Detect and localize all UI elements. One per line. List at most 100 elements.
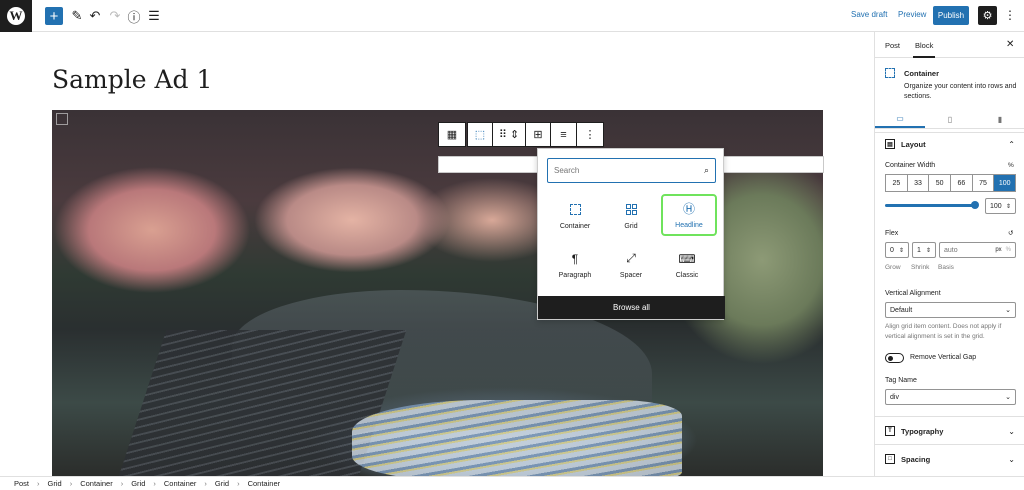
- width-option-button[interactable]: 100: [994, 175, 1016, 191]
- list-view-icon[interactable]: ☰: [145, 7, 163, 25]
- container-width-buttons: 25 33 50 66 75 100: [885, 174, 1016, 192]
- block-breadcrumb: Post › Grid › Container › Grid › Container › …: [0, 476, 1024, 490]
- container-block-icon: [885, 68, 895, 78]
- sidebar-tabs: Post Block ✕: [875, 32, 1024, 58]
- width-number-input[interactable]: 100 ⇕: [985, 198, 1016, 214]
- flex-shrink-value: 1: [917, 246, 921, 254]
- breadcrumb-item[interactable]: Post: [14, 479, 29, 488]
- inserter-item-headline[interactable]: Ⓗ Headline: [661, 194, 717, 236]
- inserter-item-spacer[interactable]: ⤢ Spacer: [603, 244, 659, 286]
- chevron-down-icon: ⌄: [1008, 454, 1015, 464]
- remove-vertical-gap-label: Remove Vertical Gap: [910, 354, 977, 361]
- chevron-down-icon: ⌄: [1008, 426, 1015, 436]
- info-icon[interactable]: ⓘ: [125, 7, 143, 25]
- breadcrumb-item[interactable]: Container: [164, 479, 197, 488]
- container-icon: [569, 203, 581, 217]
- breadcrumb-item[interactable]: Container: [80, 479, 113, 488]
- width-option-button[interactable]: 33: [908, 175, 930, 191]
- inserter-search-input[interactable]: Search ⌕: [547, 158, 716, 183]
- flex-shrink-input[interactable]: 1 ⇕: [912, 242, 936, 258]
- top-toolbar: W + ✎ ↶ ↷ ⓘ ☰ Save draft Preview Publish…: [0, 0, 1024, 32]
- basis-unit[interactable]: px: [995, 247, 1001, 253]
- spacing-panel-toggle[interactable]: □ Spacing ⌄: [885, 452, 1015, 466]
- tag-name-select[interactable]: div ⌄: [885, 389, 1016, 405]
- flex-label: Flex: [885, 230, 899, 237]
- select-parent-button[interactable]: ▦: [438, 122, 466, 147]
- paragraph-icon: ¶: [571, 251, 579, 266]
- pencil-icon[interactable]: ✎: [68, 7, 86, 25]
- close-icon[interactable]: ✕: [1006, 39, 1014, 50]
- add-block-button[interactable]: +: [45, 7, 63, 25]
- width-option-button[interactable]: 75: [973, 175, 995, 191]
- wordpress-logo-icon[interactable]: W: [0, 0, 32, 32]
- align-icon[interactable]: ≡: [551, 123, 577, 146]
- save-draft-button[interactable]: Save draft: [851, 10, 887, 19]
- shrink-label: Shrink: [911, 264, 930, 271]
- width-option-button[interactable]: 25: [886, 175, 908, 191]
- breadcrumb-item[interactable]: Grid: [215, 479, 229, 488]
- breadcrumb-item[interactable]: Grid: [48, 479, 62, 488]
- tablet-icon[interactable]: ▯: [925, 111, 975, 128]
- search-placeholder: Search: [554, 166, 580, 175]
- chevron-up-icon: ⌃: [1008, 139, 1015, 149]
- undo-icon[interactable]: ↶: [86, 7, 104, 25]
- width-number-value: 100: [990, 202, 1002, 210]
- inserter-item-label: Container: [559, 222, 591, 230]
- tab-block[interactable]: Block: [912, 41, 936, 58]
- flex-grow-input[interactable]: 0 ⇕: [885, 242, 909, 258]
- breadcrumb-item[interactable]: Grid: [131, 479, 145, 488]
- inserter-item-label: Classic: [675, 271, 699, 279]
- width-range-track[interactable]: [885, 204, 975, 207]
- block-toolbar: ⬚ ⠿ ⇕ ⊞ ≡ ⋮: [467, 122, 604, 147]
- grid-icon: [625, 203, 637, 217]
- vertical-alignment-help: Align grid item content. Does not apply …: [885, 323, 1002, 340]
- tag-name-value: div: [890, 393, 899, 401]
- vertical-alignment-select[interactable]: Default ⌄: [885, 302, 1016, 318]
- keyboard-icon: ⌨: [678, 251, 696, 266]
- width-option-button[interactable]: 50: [929, 175, 952, 191]
- container-block-icon[interactable]: ⬚: [468, 123, 493, 146]
- settings-gear-icon[interactable]: ⚙: [978, 6, 997, 25]
- remove-vertical-gap-toggle[interactable]: [885, 353, 904, 363]
- width-option-button[interactable]: 66: [951, 175, 973, 191]
- typography-icon: T: [885, 426, 895, 436]
- flex-grow-value: 0: [890, 246, 894, 254]
- options-kebab-icon[interactable]: ⋮: [1004, 8, 1016, 22]
- breadcrumb-item[interactable]: Container: [248, 479, 281, 488]
- inserter-item-label: Grid: [624, 222, 638, 230]
- inserter-item-classic[interactable]: ⌨ Classic: [659, 244, 715, 286]
- width-range-thumb[interactable]: [971, 201, 979, 209]
- more-options-icon[interactable]: ⋮: [577, 123, 603, 146]
- post-title[interactable]: Sample Ad 1: [52, 65, 212, 94]
- unit-selector[interactable]: %: [1008, 162, 1014, 169]
- add-inner-block-icon[interactable]: ⊞: [526, 123, 551, 146]
- inserter-item-label: Headline: [675, 221, 703, 229]
- mobile-icon[interactable]: ▮: [975, 111, 1024, 128]
- vertical-alignment-value: Default: [890, 306, 913, 314]
- layout-icon: ▤: [885, 139, 895, 149]
- browse-all-button[interactable]: Browse all: [538, 296, 725, 319]
- grow-label: Grow: [885, 264, 901, 271]
- drag-move-handle-icon[interactable]: ⠿ ⇕: [493, 123, 526, 146]
- tab-post[interactable]: Post: [885, 41, 900, 50]
- spacing-panel-title: Spacing: [901, 454, 931, 464]
- desktop-icon[interactable]: ▭: [875, 111, 925, 128]
- vertical-alignment-label: Vertical Alignment: [885, 290, 941, 297]
- layout-panel-title: Layout: [901, 139, 926, 149]
- inserter-item-container[interactable]: Container: [547, 195, 603, 237]
- chevron-down-icon: ⌄: [1005, 307, 1011, 314]
- headline-icon: Ⓗ: [682, 202, 695, 216]
- inserter-item-grid[interactable]: Grid: [603, 195, 659, 237]
- spacing-icon: □: [885, 454, 895, 464]
- reset-icon[interactable]: ↺: [1008, 229, 1013, 237]
- tag-name-label: Tag Name: [885, 377, 917, 384]
- layout-panel-toggle[interactable]: ▤ Layout ⌃: [885, 137, 1015, 151]
- inserter-item-paragraph[interactable]: ¶ Paragraph: [547, 244, 603, 286]
- grid-parent-icon[interactable]: ▦: [439, 123, 465, 146]
- flex-basis-input[interactable]: auto px %: [939, 242, 1016, 258]
- redo-icon[interactable]: ↷: [106, 7, 124, 25]
- publish-button[interactable]: Publish: [933, 6, 969, 25]
- typography-panel-toggle[interactable]: T Typography ⌄: [885, 424, 1015, 438]
- inserter-item-label: Paragraph: [558, 271, 592, 279]
- preview-button[interactable]: Preview: [898, 10, 926, 19]
